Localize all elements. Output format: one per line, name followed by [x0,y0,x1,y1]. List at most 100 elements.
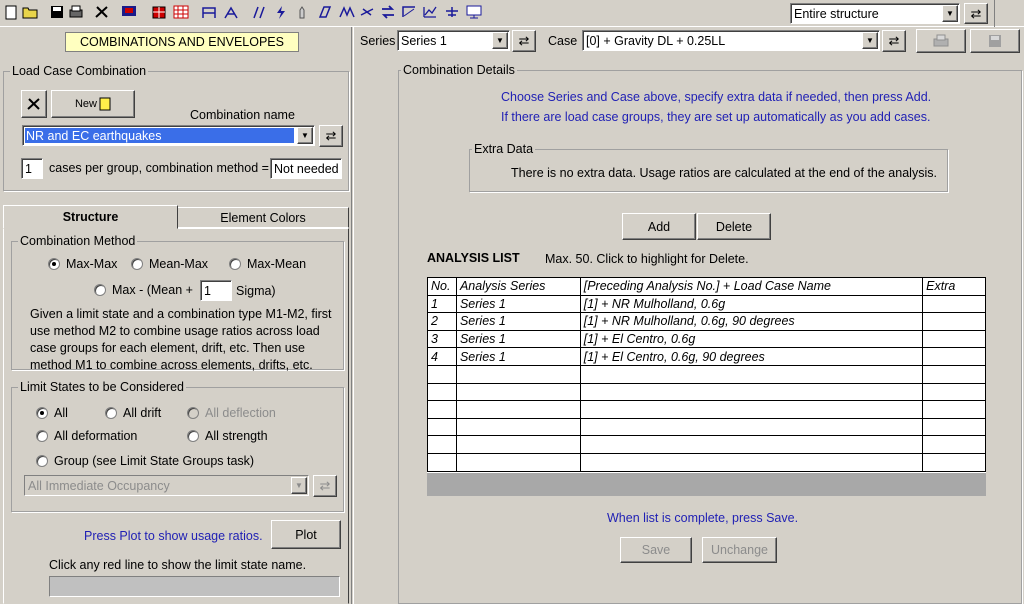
node-icon[interactable] [400,3,418,21]
refresh-combination-button[interactable]: ⇄ [319,125,343,147]
table-cell [427,400,457,419]
display-icon[interactable] [465,3,483,21]
radio-dot [36,455,48,467]
radio-all-strength[interactable]: All strength [187,429,268,443]
table-cell [922,382,986,402]
tools-icon[interactable] [93,3,111,21]
radio-max-mean-sigma[interactable]: Max - (Mean + [94,283,193,297]
structure-select[interactable]: Entire structure ▼ [790,3,960,24]
method-field[interactable]: Not needed [270,158,342,179]
series-value: Series 1 [401,34,447,48]
combination-name-value: NR and EC earthquakes [26,129,162,143]
new-combination-button[interactable]: New [51,90,135,118]
radio-mean-max[interactable]: Mean-Max [131,257,208,271]
radio-max-max[interactable]: Max-Max [48,257,117,271]
chevron-down-icon: ▼ [291,477,307,494]
radio-group[interactable]: Group (see Limit State Groups task) [36,454,254,468]
curve-icon[interactable] [421,3,439,21]
analysis-list-footer [427,473,986,496]
table-cell: Series 1 [455,312,581,331]
radio-max-mean-label: Max-Mean [247,257,307,271]
sigma-field[interactable]: 1 [200,280,232,301]
new-combination-label: New [74,98,97,110]
table-row[interactable]: 3 Series 1 [1] + El Centro, 0.6g [427,329,986,349]
radio-all[interactable]: All [36,406,68,420]
table-cell: 2 [427,312,457,331]
table-row[interactable] [427,417,986,437]
delete-button[interactable]: Delete [697,213,771,240]
print-setup-icon[interactable] [67,3,85,21]
strut-icon[interactable] [250,3,268,21]
refresh-series-button[interactable]: ⇄ [512,30,536,52]
radio-all-drift[interactable]: All drift [105,406,161,420]
swap-icon[interactable] [379,3,397,21]
hinge-icon[interactable] [338,3,356,21]
table-row[interactable] [427,452,986,472]
building-grid-icon[interactable] [172,3,190,21]
cases-per-group-label: cases per group, combination method = [49,161,269,175]
radio-all-label: All [54,406,68,420]
table-row[interactable] [427,364,986,384]
analysis-list[interactable]: No. Analysis Series [Preceding Analysis No… [427,277,986,496]
slab-icon[interactable] [316,3,334,21]
radio-max-max-label: Max-Max [66,257,118,271]
save-hint: When list is complete, press Save. [607,511,799,525]
add-button[interactable]: Add [622,213,696,240]
radio-all-deformation[interactable]: All deformation [36,429,137,443]
graph-icon[interactable] [443,3,461,21]
new-file-icon[interactable] [2,3,20,21]
cases-per-group-field[interactable]: 1 [21,158,43,179]
beam-icon[interactable] [358,3,376,21]
table-row[interactable] [427,382,986,402]
lightning-icon[interactable] [272,3,290,21]
delete-combination-button[interactable] [21,90,47,118]
table-row[interactable] [427,400,986,419]
table-row[interactable] [427,435,986,454]
table-row[interactable]: 4 Series 1 [1] + El Centro, 0.6g, 90 degre… [427,347,986,366]
hand-icon[interactable] [294,3,312,21]
chevron-down-icon[interactable]: ▼ [862,32,878,49]
plot-button[interactable]: Plot [271,520,341,549]
building-icon[interactable] [150,3,168,21]
load-case-combination-legend: Load Case Combination [10,64,149,78]
radio-dot [48,258,60,270]
radio-mean-max-label: Mean-Max [149,257,209,271]
frame-brace-icon[interactable] [222,3,240,21]
table-cell: 1 [427,294,457,314]
refresh-case-button[interactable]: ⇄ [882,30,906,52]
tab-structure[interactable]: Structure [3,205,178,229]
chevron-down-icon[interactable]: ▼ [297,127,313,144]
case-select[interactable]: [0] + Gravity DL + 0.25LL ▼ [582,30,880,51]
print-button [916,29,966,53]
instruction-line-2: If there are load case groups, they are … [501,110,931,124]
table-cell [455,417,581,437]
chevron-down-icon[interactable]: ▼ [942,5,958,22]
analysis-list-hint: Max. 50. Click to highlight for Delete. [545,252,749,266]
table-cell [455,364,581,384]
refresh-structure-button[interactable]: ⇄ [964,3,988,24]
tab-structure-label: Structure [62,210,119,224]
radio-dot [187,407,199,419]
radio-max-mean-sigma-label: Max - (Mean + [112,283,193,297]
tab-element-colors[interactable]: Element Colors [177,207,349,228]
table-cell [922,329,986,349]
table-row[interactable]: 1 Series 1 [1] + NR Mulholland, 0.6g [427,294,986,314]
unchange-button: Unchange [702,537,777,563]
table-cell [579,417,924,437]
combination-name-select[interactable]: NR and EC earthquakes ▼ [22,125,315,146]
monitor-icon[interactable] [120,3,138,21]
table-cell [427,364,457,384]
save-disk-icon [989,35,1001,47]
chevron-down-icon[interactable]: ▼ [492,32,508,49]
series-select[interactable]: Series 1 ▼ [397,30,510,51]
open-folder-icon[interactable] [21,3,39,21]
extra-data-text: There is no extra data. Usage ratios are… [511,166,937,180]
table-cell [922,364,986,384]
frame-icon[interactable] [200,3,218,21]
sigma-value: 1 [204,284,211,298]
instruction-line-1: Choose Series and Case above, specify ex… [501,90,932,104]
radio-max-mean[interactable]: Max-Mean [229,257,306,271]
radio-all-deformation-label: All deformation [54,429,138,443]
table-row[interactable]: 2 Series 1 [1] + NR Mulholland, 0.6g, 90 d… [427,312,986,331]
save-disk-icon[interactable] [48,3,66,21]
